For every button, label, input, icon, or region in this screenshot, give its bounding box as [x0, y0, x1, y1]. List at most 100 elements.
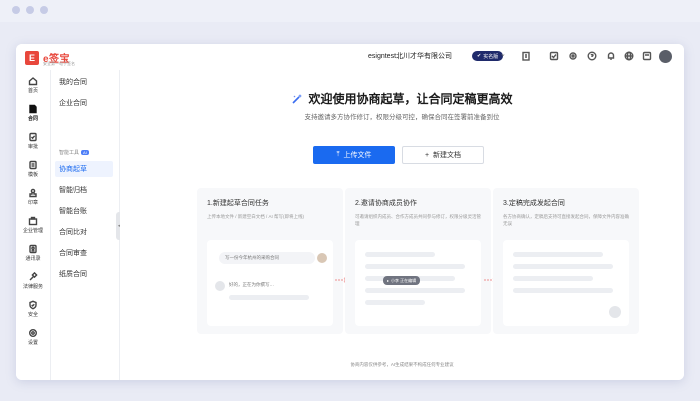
legal-icon	[29, 272, 38, 281]
company-icon	[28, 216, 38, 226]
building-icon[interactable]	[520, 50, 532, 62]
upload-file-button[interactable]: ⤒ 上传文件	[313, 146, 395, 164]
rail-label: 安全	[27, 312, 38, 318]
placeholder-line	[513, 252, 603, 257]
cursor-icon: ▸	[387, 278, 390, 283]
ai-disclaimer: 协商内容仅供参考，AI生成结果不构成任何专业建议	[350, 362, 454, 367]
subnav-item-smart-ledger[interactable]: 智能台账	[55, 203, 113, 219]
step-card-invite: 2.邀请协商成员协作 可邀请组织内成员、合作方成员共同参与修订，权限分级灵活管理…	[345, 188, 491, 334]
rail-label: 审批	[27, 144, 38, 150]
window-dot-2[interactable]	[26, 6, 34, 14]
rail-item-home[interactable]: 首页	[16, 76, 50, 94]
rail-item-template[interactable]: 模板	[16, 160, 50, 178]
magic-wand-icon	[292, 93, 303, 104]
rail-label: 通讯录	[25, 256, 41, 262]
subnav-item-paper-contract[interactable]: 纸质合同	[55, 266, 113, 282]
step-illustration: ▸ 小李 正在编辑	[355, 240, 481, 326]
top-header: E e签宝 安全第一电子签名 esigntest北川才华有限公司 ✔ 实名版 ⌄	[16, 44, 684, 71]
org-name[interactable]: esigntest北川才华有限公司	[368, 51, 452, 61]
window-dot-3[interactable]	[40, 6, 48, 14]
rail-item-legal[interactable]: 法律服务	[16, 272, 50, 290]
step-card-finalize: 3.定稿完成发起合同 各方协商确认，定稿后支持可直接发起合同，保障文件内容准确无…	[493, 188, 639, 334]
prompt-bubble: 写一份今年杭州的采购合同	[219, 252, 315, 264]
app-window: E e签宝 安全第一电子签名 esigntest北川才华有限公司 ✔ 实名版 ⌄	[16, 44, 684, 380]
contract-subnav: 我的合同 企业合同 智能工具 AI 协商起草 智能归档 智能台账 合同比对 合同…	[51, 70, 120, 380]
placeholder-line	[365, 264, 465, 269]
step-desc: 各方协商确认，定稿后支持可直接发起合同，保障文件内容准确无误	[503, 214, 629, 226]
page-subtitle: 支持邀请多方协作修订，权限分级可控，确保合同在签署前准备到位	[304, 114, 500, 121]
logo-subtitle: 安全第一电子签名	[43, 61, 75, 66]
subnav-item-my-contracts[interactable]: 我的合同	[55, 74, 113, 90]
approval-icon	[29, 132, 37, 142]
plus-icon: +	[424, 151, 430, 159]
placeholder-line	[513, 264, 613, 269]
help-icon[interactable]	[586, 50, 598, 62]
org-badge-label: 实名版	[483, 53, 499, 60]
collaborator-cursor-tag: ▸ 小李 正在编辑	[383, 276, 421, 285]
rail-label: 印章	[27, 200, 38, 206]
page-title-text: 欢迎使用协商起草，让合同定稿更高效	[308, 92, 513, 106]
rail-item-settings[interactable]: 设置	[16, 328, 50, 346]
placeholder-line	[513, 288, 613, 293]
contract-icon	[29, 104, 37, 114]
home-icon	[28, 77, 38, 86]
placeholder-line	[365, 300, 425, 305]
subnav-item-company-contracts[interactable]: 企业合同	[55, 95, 113, 111]
collaborator-tag-label: 小李 正在编辑	[391, 277, 417, 283]
step-card-create: 1.新建起草合同任务 上传本地文件 / 新建空白文档 / AI 帮写(即将上线)…	[197, 188, 343, 334]
ai-assistant-icon	[215, 281, 225, 291]
logo-mark-icon: E	[25, 50, 39, 65]
step-desc: 可邀请组织内成员、合作方成员共同参与修订，权限分级灵活管理	[355, 214, 481, 226]
contacts-icon	[29, 244, 37, 254]
subnav-item-contract-review[interactable]: 合同审查	[55, 245, 113, 261]
globe-icon[interactable]	[623, 50, 635, 62]
reply-text: 好的，正在为你撰写…	[229, 282, 274, 287]
send-icon	[609, 306, 621, 318]
placeholder-line	[365, 288, 465, 293]
step-illustration	[503, 240, 629, 326]
rail-label: 设置	[27, 340, 38, 346]
step-title: 3.定稿完成发起合同	[503, 200, 565, 207]
placeholder-line	[513, 276, 593, 281]
rail-item-security[interactable]: 安全	[16, 300, 50, 318]
rail-item-contract[interactable]: 合同	[16, 104, 50, 122]
upload-file-label: 上传文件	[343, 152, 372, 159]
task-check-icon[interactable]	[548, 50, 560, 62]
browser-tabstrip	[0, 0, 700, 22]
subnav-item-smart-archive[interactable]: 智能归档	[55, 182, 113, 198]
window-controls[interactable]	[12, 6, 48, 14]
bell-icon[interactable]	[605, 50, 617, 62]
rail-item-approval[interactable]: 审批	[16, 132, 50, 150]
rail-label: 法律服务	[22, 284, 43, 290]
verified-icon: ✔	[477, 53, 482, 59]
left-rail: 首页 合同 审批 模板 印章 企业管理 通讯录 法律服务 安全 设置	[16, 70, 51, 380]
rail-label: 模板	[27, 172, 38, 178]
chevron-down-icon[interactable]: ⌄	[500, 50, 506, 58]
main-content: 欢迎使用协商起草，让合同定稿更高效 支持邀请多方协作修订，权限分级可控，确保合同…	[120, 70, 684, 380]
user-avatar-icon	[317, 253, 327, 263]
org-badge[interactable]: ✔ 实名版	[472, 51, 504, 61]
step-illustration: 写一份今年杭州的采购合同 好的，正在为你撰写…	[207, 240, 333, 326]
subnav-item-contract-compare[interactable]: 合同比对	[55, 224, 113, 240]
window-dot-1[interactable]	[12, 6, 20, 14]
rail-label: 合同	[27, 116, 38, 122]
step-desc: 上传本地文件 / 新建空白文档 / AI 帮写(即将上线)	[207, 214, 304, 219]
new-document-button[interactable]: + 新建文档	[402, 146, 484, 164]
shield-icon	[29, 300, 37, 310]
placeholder-line	[229, 295, 309, 300]
rail-item-contacts[interactable]: 通讯录	[16, 244, 50, 262]
rail-label: 首页	[27, 88, 38, 94]
avatar[interactable]	[659, 50, 672, 63]
page-title: 欢迎使用协商起草，让合同定稿更高效	[291, 90, 513, 107]
settings-cog-icon[interactable]	[567, 50, 579, 62]
rail-item-company[interactable]: 企业管理	[16, 216, 50, 234]
download-box-icon[interactable]	[641, 50, 653, 62]
subnav-group-header: 智能工具 AI	[59, 149, 89, 156]
step-title: 1.新建起草合同任务	[207, 200, 269, 207]
page-title-row: 欢迎使用协商起草，让合同定稿更高效	[120, 90, 684, 110]
seal-icon	[29, 188, 37, 198]
gear-icon	[29, 329, 37, 337]
rail-item-seal[interactable]: 印章	[16, 188, 50, 206]
subnav-item-negotiate-draft[interactable]: 协商起草	[55, 161, 113, 177]
rail-label: 企业管理	[22, 228, 43, 234]
